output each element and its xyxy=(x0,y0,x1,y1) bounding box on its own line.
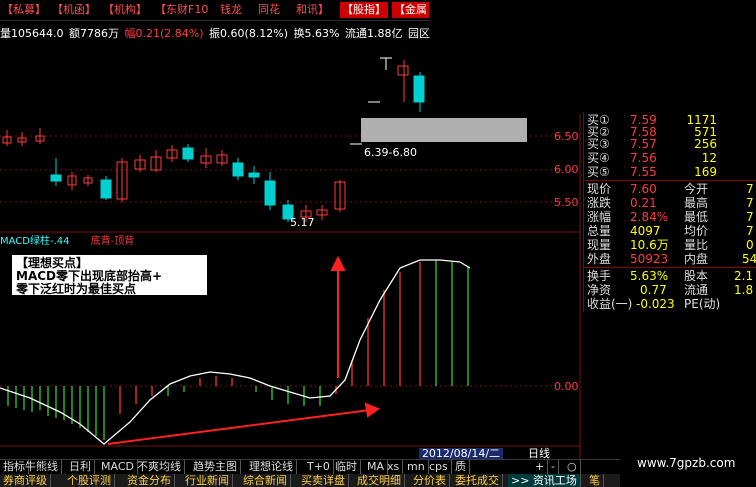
indicator-button[interactable]: 趋势主图 xyxy=(190,460,241,474)
tab-info-workshop[interactable]: >> 资讯工场 xyxy=(508,474,581,487)
indicator-button[interactable]: xs xyxy=(384,460,404,474)
macd-green-value: MACD绿柱-.44 xyxy=(0,236,70,247)
tab-stock-review[interactable]: 个股评测 xyxy=(64,474,115,487)
callout-line-2: 零下泛红时为最佳买点 xyxy=(16,282,137,296)
quote-panel: 买① 7.59 1171 买② 7.58 571 买③ 7.57 256 买④ … xyxy=(583,112,756,312)
stat-row: 外盘 50923 内盘 54 xyxy=(587,252,756,266)
indicator-toolbar: 指标 牛熊线 日利 MACD 不爽均线 趋势主图 理想论线 T+0 临时 MA … xyxy=(0,459,620,475)
indicator-button[interactable]: 牛熊线 xyxy=(22,460,62,474)
bid-row: 买⑤ 7.55 169 xyxy=(587,165,717,179)
tab-transaction-detail[interactable]: 成交明细 xyxy=(354,474,405,487)
macd-label: MACD绿柱-.44 底背-顶背 xyxy=(0,236,134,248)
indicator-button[interactable]: 质 xyxy=(452,460,470,474)
macd-axis-zero: 0.00 xyxy=(554,380,579,393)
tab-industry-news[interactable]: 行业新闻 xyxy=(182,474,233,487)
range-annotation: 6.39-6.80 xyxy=(364,146,417,159)
price-axis-550: 5.50 xyxy=(554,196,579,209)
indicator-button[interactable]: cps xyxy=(426,460,452,474)
info-tab-bar: 券商评级 个股评测 资金分布 行业新闻 综合新闻 买卖详盘 成交明细 分价表 委… xyxy=(0,474,620,487)
price-range-box xyxy=(361,118,527,142)
price-axis-650: 6.50 xyxy=(554,130,579,143)
extra-row: 收益(一) -0.023 PE(动) xyxy=(587,297,721,311)
indicator-button[interactable]: T+0 xyxy=(304,460,334,474)
tab-order-fill[interactable]: 委托成交 xyxy=(452,474,503,487)
low-annotation: 5.17 xyxy=(290,216,315,229)
zoom-in-button[interactable]: + xyxy=(532,460,549,474)
indicator-button[interactable]: mn xyxy=(404,460,429,474)
indicator-button[interactable]: 理想论线 xyxy=(246,460,297,474)
tab-pen[interactable]: 笔 xyxy=(586,474,604,487)
tab-broker-rating[interactable]: 券商评级 xyxy=(0,474,51,487)
watermark: www.7gpzb.com xyxy=(637,456,736,470)
zoom-out-button[interactable]: - xyxy=(548,460,559,474)
tab-trade-detail[interactable]: 买卖详盘 xyxy=(298,474,349,487)
indicator-button[interactable]: 临时 xyxy=(332,460,361,474)
ideal-buy-callout: 【理想买点】 MACD零下出现底部抬高+ 零下泛红时为最佳买点 xyxy=(12,255,207,296)
tab-general-news[interactable]: 综合新闻 xyxy=(240,474,291,487)
indicator-button[interactable]: 不爽均线 xyxy=(134,460,185,474)
candlesticks xyxy=(2,57,425,222)
price-axis-600: 6.00 xyxy=(554,163,579,176)
tab-price-table[interactable]: 分价表 xyxy=(410,474,450,487)
indicator-button[interactable]: MACD xyxy=(98,460,138,474)
tab-capital-distribution[interactable]: 资金分布 xyxy=(124,474,175,487)
reset-button[interactable]: ○ xyxy=(564,460,581,474)
indicator-button[interactable]: 日利 xyxy=(66,460,95,474)
macd-divergence-label: 底背-顶背 xyxy=(90,236,135,247)
